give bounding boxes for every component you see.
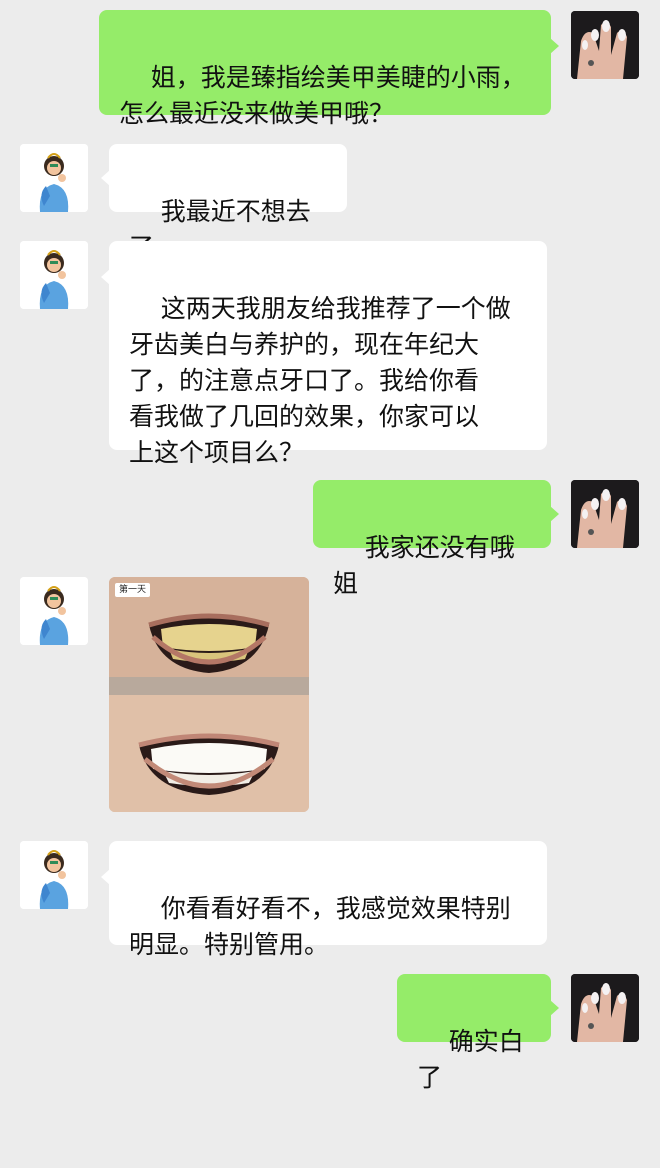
bubble-tail (550, 38, 559, 54)
message-bubble[interactable]: 确实白了 (397, 974, 559, 1092)
message-bubble[interactable]: 你看看好看不，我感觉效果特别 明显。特别管用。 (101, 841, 547, 959)
message-bubble[interactable]: 姐，我是臻指绘美甲美睫的小雨， 怎么最近没来做美甲哦？ (99, 10, 559, 128)
self-avatar[interactable] (571, 480, 639, 548)
bubble-tail (550, 1000, 559, 1016)
manicured-hand-icon (571, 11, 639, 79)
message-bubble[interactable]: 这两天我朋友给我推荐了一个做 牙齿美白与养护的，现在年纪大 了，的注意点牙口了。… (101, 241, 547, 467)
contact-avatar[interactable] (20, 241, 88, 309)
bubble-tail (101, 869, 110, 885)
bubble-tail (550, 506, 559, 522)
message-row: 这两天我朋友给我推荐了一个做 牙齿美白与养护的，现在年纪大 了，的注意点牙口了。… (0, 241, 660, 467)
message-text: 确实白了 (417, 1027, 524, 1092)
cartoon-girl-icon (20, 577, 88, 645)
message-row: 确实白了 (0, 974, 660, 1092)
message-text: 这两天我朋友给我推荐了一个做 牙齿美白与养护的，现在年纪大 了，的注意点牙口了。… (129, 294, 511, 467)
contact-avatar[interactable] (20, 144, 88, 212)
message-bubble[interactable]: 我家还没有哦姐 (313, 480, 559, 598)
message-text: 姐，我是臻指绘美甲美睫的小雨， 怎么最近没来做美甲哦？ (119, 63, 526, 128)
cartoon-girl-icon (20, 144, 88, 212)
bubble-tail (101, 170, 110, 186)
teeth-before-after-photo[interactable]: 第一天 (109, 577, 309, 812)
manicured-hand-icon (571, 480, 639, 548)
bubble-tail (101, 269, 110, 285)
message-row: 我家还没有哦姐 (0, 480, 660, 598)
message-row: 第一天 (0, 577, 660, 812)
photo-caption: 第一天 (115, 583, 151, 597)
manicured-hand-icon (571, 974, 639, 1042)
contact-avatar[interactable] (20, 841, 88, 909)
self-avatar[interactable] (571, 11, 639, 79)
teeth-photo-image (109, 577, 309, 812)
message-row: 姐，我是臻指绘美甲美睫的小雨， 怎么最近没来做美甲哦？ (0, 10, 660, 128)
message-row: 我最近不想去了 (0, 144, 660, 262)
message-text: 你看看好看不，我感觉效果特别 明显。特别管用。 (129, 894, 511, 959)
contact-avatar[interactable] (20, 577, 88, 645)
cartoon-girl-icon (20, 241, 88, 309)
message-row: 你看看好看不，我感觉效果特别 明显。特别管用。 (0, 841, 660, 959)
cartoon-girl-icon (20, 841, 88, 909)
self-avatar[interactable] (571, 974, 639, 1042)
message-bubble[interactable]: 我最近不想去了 (101, 144, 347, 262)
